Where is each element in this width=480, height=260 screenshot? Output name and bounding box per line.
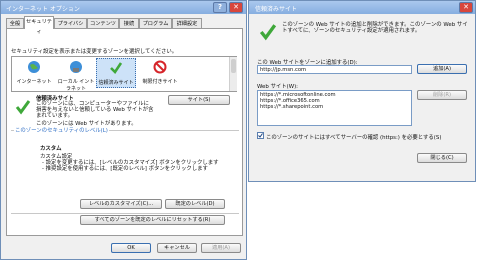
reset-all-zones-button[interactable]: すべてのゾーンを既定のレベルにリセットする(R)	[80, 215, 225, 225]
restricted-icon	[153, 60, 167, 74]
dialog-title-bar: 信頼済みサイト ✕	[249, 1, 475, 14]
dialog-info-text: このゾーンの Web サイトの追加と削除ができます。このゾーンの Web サイト…	[282, 22, 468, 35]
security-level-label: このゾーンのセキュリティのレベル(L)	[14, 126, 109, 134]
checkmark-icon	[15, 100, 31, 115]
help-button[interactable]: ?	[213, 2, 227, 13]
zone-list-scrollbar[interactable]	[229, 57, 237, 91]
trusted-sites-dialog: 信頼済みサイト ✕ このゾーンの Web サイトの追加と削除ができます。このゾー…	[248, 0, 476, 182]
https-checkbox-label: このゾーンのサイトにはすべてサーバーの確認 (https:) を必要とする(S)	[266, 135, 442, 141]
default-level-button[interactable]: 既定のレベル(D)	[165, 199, 225, 209]
intranet-icon	[70, 61, 82, 73]
security-tab-panel: セキュリティ設定を表示または変更するゾーンを選択してください。 インターネット …	[6, 28, 243, 236]
zone-trusted-sites[interactable]: 信頼済みサイト	[96, 58, 136, 88]
https-checkbox[interactable]	[257, 132, 264, 139]
checkmark-icon	[110, 62, 123, 75]
internet-options-window: インターネット オプション ? ✕ 全般 セキュリティ プライバシー コンテンツ…	[0, 0, 247, 260]
ok-button[interactable]: OK	[111, 243, 151, 253]
checkbox-check-icon	[258, 133, 263, 138]
title-bar: インターネット オプション ? ✕	[1, 1, 246, 14]
checkmark-icon	[259, 24, 277, 41]
level-name: カスタム	[40, 146, 62, 152]
customize-level-button[interactable]: レベルのカスタマイズ(C)...	[80, 199, 162, 209]
zone-prompt: セキュリティ設定を表示または変更するゾーンを選択してください。	[11, 49, 178, 55]
dialog-close-button[interactable]: ✕	[459, 2, 473, 13]
zone-local-intranet[interactable]: ローカル イント ラネット	[56, 60, 96, 92]
level-bullet: - 推奨設定を使用するには、[既定のレベル] ボタンをクリックします	[42, 166, 208, 172]
apply-button[interactable]: 適用(A)	[201, 243, 241, 253]
sites-button[interactable]: サイト(S)	[168, 95, 230, 105]
zone-internet[interactable]: インターネット	[14, 60, 54, 85]
close-button[interactable]: ✕	[229, 2, 243, 13]
group-divider	[11, 213, 239, 214]
window-title: インターネット オプション	[6, 6, 80, 13]
globe-icon	[28, 61, 40, 73]
sites-list-label: Web サイト(W):	[257, 84, 298, 90]
add-site-button[interactable]: 追加(A)	[417, 64, 467, 74]
zone-restricted-sites[interactable]: 制限付きサイト	[140, 60, 180, 85]
cancel-button[interactable]: キャンセル	[157, 243, 197, 253]
sites-list[interactable]: https://*.microsoftonline.com https://*.…	[257, 90, 412, 126]
list-item[interactable]: https://*.sharepoint.com	[260, 104, 409, 110]
add-site-input[interactable]: http://jp.msn.com	[257, 65, 412, 74]
remove-site-button[interactable]: 削除(R)	[417, 90, 467, 100]
dialog-title: 信頼済みサイト	[255, 6, 298, 13]
dialog-close-action-button[interactable]: 閉じる(C)	[417, 153, 467, 163]
zone-list: インターネット ローカル イント ラネット 信頼済みサイト 制限付きサイト	[11, 56, 237, 92]
tab-security[interactable]: セキュリティ	[24, 16, 54, 35]
zone-description: このゾーンには、コンピューターやファイルに損害を与えないと信頼している Web …	[36, 101, 154, 120]
